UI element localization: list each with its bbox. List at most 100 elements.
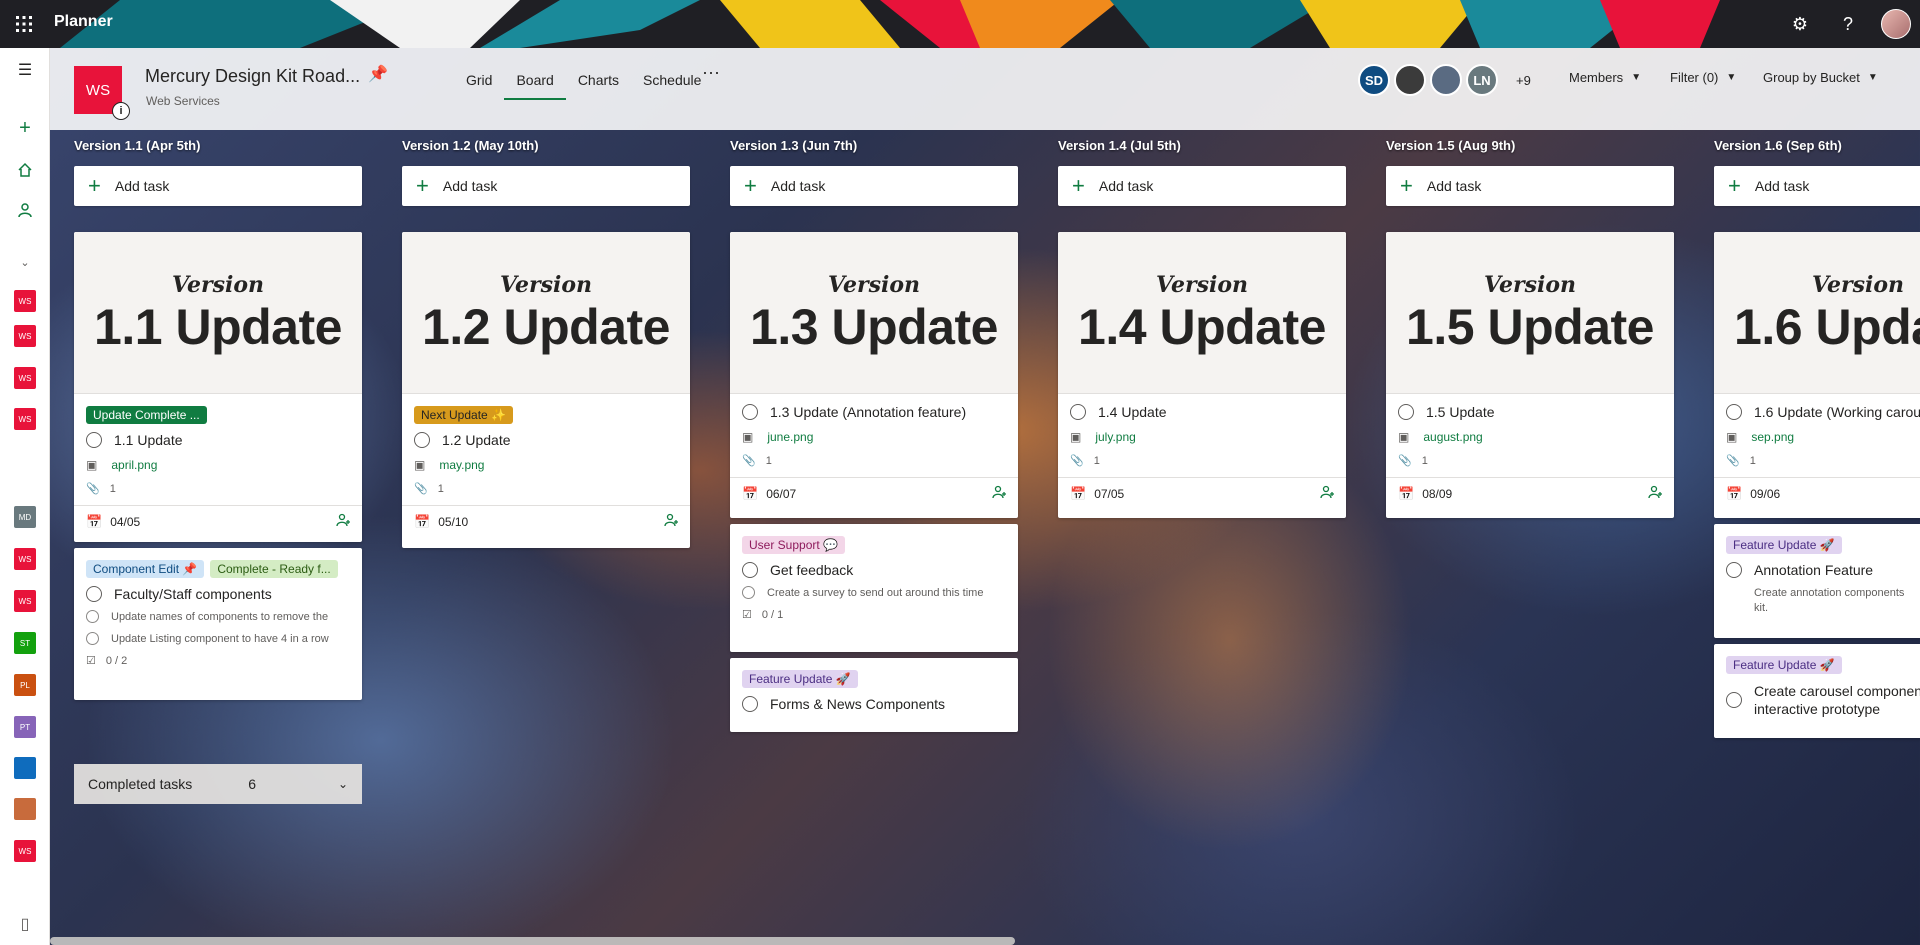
task-label[interactable]: Next Update ✨ — [414, 406, 513, 424]
group-by-dropdown[interactable]: Group by Bucket ▼ — [1763, 70, 1878, 85]
rail-plan-tile[interactable]: WS — [14, 590, 36, 612]
rail-plan-tile[interactable]: WS — [14, 325, 36, 347]
complete-checkbox[interactable] — [1070, 404, 1086, 420]
plan-info-icon[interactable]: i — [112, 102, 130, 120]
task-card[interactable]: Component Edit 📌 Complete - Ready f... Fac… — [74, 548, 362, 700]
help-icon[interactable]: ? — [1824, 0, 1872, 48]
task-card[interactable]: Version 1.4 Update 1.4 Update ▣ july.png 📎 1 📅 0… — [1058, 232, 1346, 518]
assign-person-icon[interactable] — [664, 513, 678, 530]
bucket-title[interactable]: Version 1.5 (Aug 9th) — [1386, 138, 1515, 153]
due-date[interactable]: 06/07 — [766, 487, 796, 501]
rail-plan-tile[interactable]: PL — [14, 674, 36, 696]
member-avatars[interactable]: SD LN +9 — [1358, 64, 1531, 96]
task-card[interactable]: Version 1.1 Update Update Complete ... 1.1 … — [74, 232, 362, 542]
task-card[interactable]: Version1.6 Update1.6 Update (Working car… — [1714, 232, 1920, 518]
bucket-title[interactable]: Version 1.3 (Jun 7th) — [730, 138, 857, 153]
mobile-app-icon[interactable]: ▯ — [13, 912, 37, 936]
task-card[interactable]: Version 1.2 Update Next Update ✨ 1.2 Update… — [402, 232, 690, 548]
complete-checkbox[interactable] — [742, 562, 758, 578]
task-title[interactable]: Faculty/Staff components — [114, 586, 272, 602]
member-avatar[interactable]: LN — [1466, 64, 1498, 96]
more-views-icon[interactable]: ··· — [702, 62, 720, 83]
complete-checkbox[interactable] — [1726, 404, 1742, 420]
complete-checkbox[interactable] — [742, 696, 758, 712]
task-card[interactable]: Feature Update 🚀 Forms & News Components — [730, 658, 1018, 732]
completed-tasks-toggle[interactable]: Completed tasks 6 ⌄ — [74, 764, 362, 804]
attachment-name[interactable]: june.png — [767, 430, 813, 444]
task-title[interactable]: 1.3 Update (Annotation feature) — [770, 404, 966, 420]
bucket-title[interactable]: Version 1.6 (Sep 6th) — [1714, 138, 1842, 153]
more-members-count[interactable]: +9 — [1516, 73, 1531, 88]
rail-plan-tile[interactable]: ST — [14, 632, 36, 654]
task-title[interactable]: Annotation Feature — [1754, 562, 1873, 578]
tab-board[interactable]: Board — [504, 70, 566, 100]
tab-grid[interactable]: Grid — [454, 70, 504, 100]
task-label[interactable]: Feature Update 🚀 — [1726, 656, 1842, 674]
members-dropdown[interactable]: Members ▼ — [1569, 70, 1641, 85]
task-title-block[interactable]: Create carousel component interactive pro… — [1754, 682, 1920, 718]
attachment-row[interactable]: ▣ july.png — [1070, 430, 1334, 444]
due-date[interactable]: 04/05 — [110, 515, 140, 529]
due-date[interactable]: 09/06 — [1750, 487, 1780, 501]
task-label[interactable]: Complete - Ready f... — [210, 560, 338, 578]
hamburger-menu-icon[interactable]: ☰ — [13, 58, 37, 82]
complete-checkbox[interactable] — [414, 432, 430, 448]
new-plan-plus-icon[interactable]: + — [13, 116, 37, 140]
task-title[interactable]: 1.1 Update — [114, 432, 183, 448]
pin-icon[interactable]: 📌 — [368, 64, 388, 84]
attachment-row[interactable]: ▣ sep.png — [1726, 430, 1920, 444]
person-icon[interactable] — [13, 198, 37, 222]
checklist-checkbox[interactable] — [86, 632, 99, 645]
add-task-button[interactable]: + Add task — [74, 166, 362, 206]
horizontal-scrollbar[interactable] — [50, 937, 1015, 945]
member-avatar[interactable]: SD — [1358, 64, 1390, 96]
rail-plan-tile[interactable] — [14, 757, 36, 779]
complete-checkbox[interactable] — [742, 404, 758, 420]
tab-charts[interactable]: Charts — [566, 70, 631, 100]
attachment-name[interactable]: july.png — [1095, 430, 1135, 444]
task-label[interactable]: Feature Update 🚀 — [1726, 536, 1842, 554]
attachment-name[interactable]: sep.png — [1751, 430, 1794, 444]
profile-avatar[interactable] — [1872, 0, 1920, 48]
checklist-checkbox[interactable] — [86, 610, 99, 623]
complete-checkbox[interactable] — [1726, 692, 1742, 708]
rail-plan-tile[interactable] — [14, 798, 36, 820]
attachment-name[interactable]: april.png — [111, 458, 157, 472]
app-launcher-icon[interactable] — [0, 0, 48, 48]
attachment-name[interactable]: august.png — [1423, 430, 1482, 444]
home-icon[interactable] — [13, 158, 37, 182]
rail-plan-tile[interactable]: PT — [14, 716, 36, 738]
task-label[interactable]: Update Complete ... — [86, 406, 207, 424]
attachment-row[interactable]: ▣ august.png — [1398, 430, 1662, 444]
task-card[interactable]: Version 1.3 Update 1.3 Update (Annotation … — [730, 232, 1018, 518]
attachment-row[interactable]: ▣ april.png — [86, 458, 350, 472]
rail-plan-tile[interactable]: MD — [14, 506, 36, 528]
task-label[interactable]: Feature Update 🚀 — [742, 670, 858, 688]
rail-plan-tile[interactable]: WS — [14, 408, 36, 430]
task-card[interactable]: User Support 💬 Get feedback Create a surve… — [730, 524, 1018, 652]
attachment-name[interactable]: may.png — [439, 458, 484, 472]
attachment-row[interactable]: ▣ may.png — [414, 458, 678, 472]
task-title[interactable]: 1.2 Update — [442, 432, 511, 448]
task-title[interactable]: 1.6 Update (Working carousel) — [1754, 404, 1920, 420]
bucket-title[interactable]: Version 1.4 (Jul 5th) — [1058, 138, 1181, 153]
rail-plan-tile[interactable]: WS — [14, 367, 36, 389]
checklist-checkbox[interactable] — [742, 586, 755, 599]
add-task-button[interactable]: + Add task — [402, 166, 690, 206]
task-title[interactable]: 1.4 Update — [1098, 404, 1167, 420]
assign-person-icon[interactable] — [1320, 485, 1334, 502]
add-task-button[interactable]: + Add task — [1714, 166, 1920, 206]
assign-person-icon[interactable] — [336, 513, 350, 530]
due-date[interactable]: 07/05 — [1094, 487, 1124, 501]
filter-dropdown[interactable]: Filter (0) ▼ — [1670, 70, 1736, 85]
settings-gear-icon[interactable]: ⚙ — [1776, 0, 1824, 48]
member-avatar[interactable] — [1394, 64, 1426, 96]
task-label[interactable]: User Support 💬 — [742, 536, 845, 554]
add-task-button[interactable]: + Add task — [730, 166, 1018, 206]
assign-person-icon[interactable] — [992, 485, 1006, 502]
app-name[interactable]: Planner — [54, 13, 113, 31]
collapse-chevron-icon[interactable]: ⌄ — [13, 250, 37, 274]
complete-checkbox[interactable] — [86, 432, 102, 448]
complete-checkbox[interactable] — [1398, 404, 1414, 420]
add-task-button[interactable]: + Add task — [1386, 166, 1674, 206]
